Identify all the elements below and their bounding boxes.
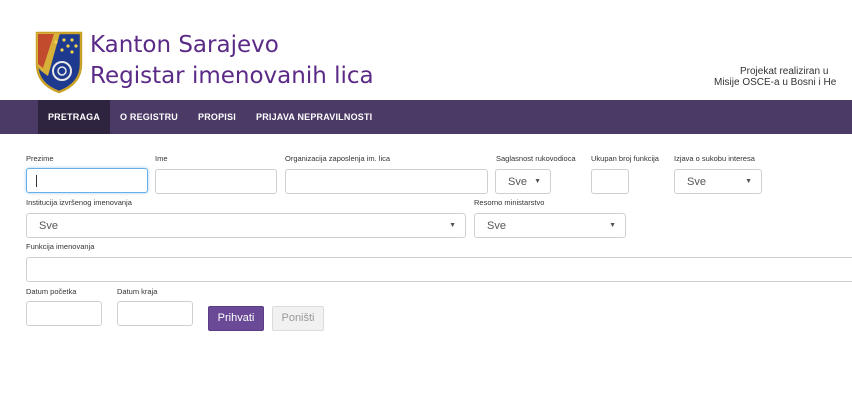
project-note-line2: Misije OSCE-a u Bosni i He [714, 77, 837, 88]
organizacija-input[interactable] [285, 169, 488, 194]
site-title[interactable]: Kanton Sarajevo Registar imenovanih lica [90, 30, 374, 92]
resorno-label: Resorno ministarstvo [474, 198, 545, 207]
project-note: Projekat realiziran u Misije OSCE-a u Bo… [714, 66, 852, 88]
main-navigation: PRETRAGA O REGISTRU PROPISI PRIJAVA NEPR… [0, 100, 852, 134]
prezime-label: Prezime [26, 154, 54, 163]
ponisti-button[interactable]: Poništi [272, 306, 324, 331]
izjava-label: Izjava o sukobu interesa [674, 154, 755, 163]
chevron-down-icon: ▼ [745, 178, 752, 185]
resorno-select[interactable]: Sve ▼ [474, 213, 626, 238]
nav-item-prijava-nepravilnosti[interactable]: PRIJAVA NEPRAVILNOSTI [256, 100, 372, 134]
prihvati-button[interactable]: Prihvati [208, 306, 264, 331]
saglasnost-label: Saglasnost rukovodioca [496, 154, 576, 163]
nav-item-propisi[interactable]: PROPISI [198, 100, 236, 134]
institucija-select[interactable]: Sve ▼ [26, 213, 466, 238]
canton-coat-of-arms-logo[interactable] [34, 30, 84, 94]
site-header: Kanton Sarajevo Registar imenovanih lica… [0, 0, 852, 100]
chevron-down-icon: ▼ [449, 222, 456, 229]
resorno-value: Sve [487, 220, 506, 232]
institucija-label: Institucija izvršenog imenovanja [26, 198, 132, 207]
izjava-value: Sve [687, 176, 706, 188]
nav-item-o-registru[interactable]: O REGISTRU [120, 100, 178, 134]
site-title-line2: Registar imenovanih lica [90, 63, 374, 89]
izjava-select[interactable]: Sve ▼ [674, 169, 762, 194]
nav-item-pretraga[interactable]: PRETRAGA [38, 100, 110, 134]
funkcija-label: Funkcija imenovanja [26, 242, 95, 251]
saglasnost-select[interactable]: Sve ▼ [495, 169, 551, 194]
datum-pocetka-label: Datum početka [26, 287, 77, 296]
prezime-input[interactable] [26, 168, 148, 193]
ime-input[interactable] [155, 169, 277, 194]
text-caret [36, 175, 37, 187]
ukupan-broj-input[interactable] [591, 169, 629, 194]
datum-kraja-label: Datum kraja [117, 287, 158, 296]
datum-kraja-input[interactable] [117, 301, 193, 326]
site-title-line1: Kanton Sarajevo [90, 32, 279, 58]
funkcija-input[interactable] [26, 257, 852, 282]
ukupan-broj-label: Ukupan broj funkcija [591, 154, 659, 163]
organizacija-label: Organizacija zaposlenja im. lica [285, 154, 391, 163]
chevron-down-icon: ▼ [534, 178, 541, 185]
datum-pocetka-input[interactable] [26, 301, 102, 326]
saglasnost-value: Sve [508, 176, 527, 188]
project-note-line1: Projekat realiziran u [740, 66, 829, 77]
ime-label: Ime [155, 154, 168, 163]
institucija-value: Sve [39, 220, 58, 232]
chevron-down-icon: ▼ [609, 222, 616, 229]
